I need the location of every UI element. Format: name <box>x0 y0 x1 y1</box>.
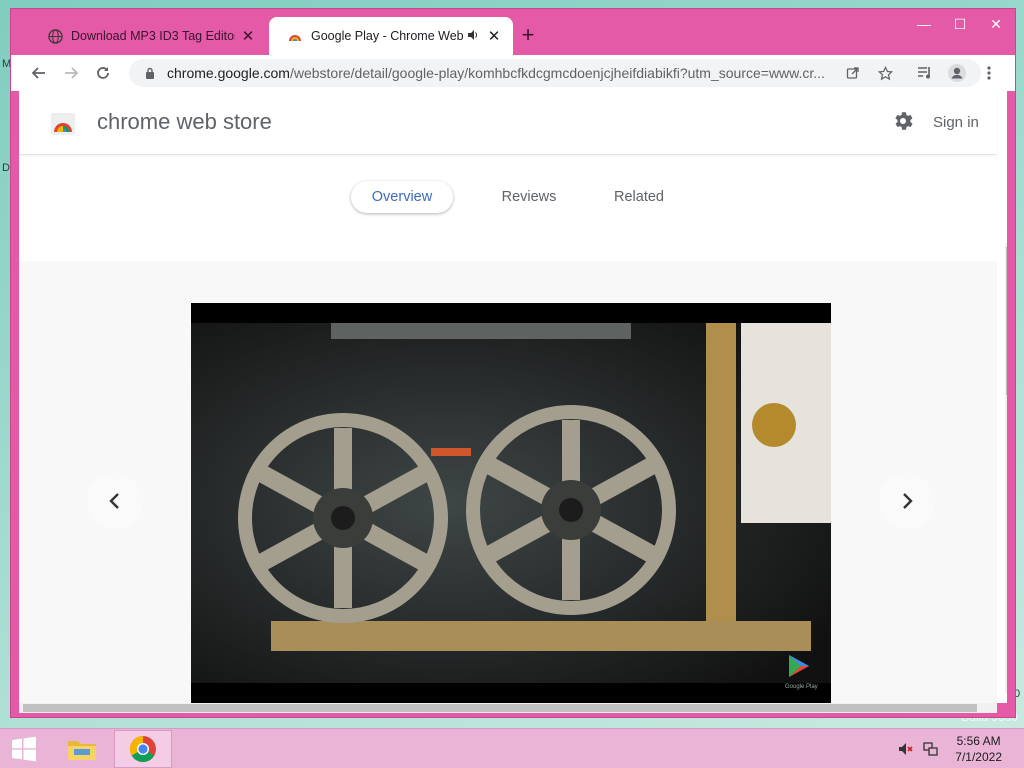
store-header: chrome web store Sign in <box>19 91 997 155</box>
file-explorer-button[interactable] <box>58 730 106 768</box>
sign-in-link[interactable]: Sign in <box>933 114 979 131</box>
menu-dots-icon[interactable] <box>975 59 1003 87</box>
tab-google-play[interactable]: Google Play - Chrome Web S ✕ <box>269 17 513 55</box>
close-tab-icon[interactable]: ✕ <box>239 27 257 45</box>
chevron-right-icon <box>903 493 913 509</box>
reload-button[interactable] <box>89 59 117 87</box>
title-bar: Download MP3 ID3 Tag Editor 1.( ✕ Google… <box>11 9 1015 55</box>
url-text[interactable]: chrome.google.com/webstore/detail/google… <box>167 65 835 81</box>
close-window-button[interactable]: ✕ <box>979 11 1013 37</box>
vertical-scrollbar[interactable] <box>1005 243 1007 693</box>
horizontal-scrollbar[interactable] <box>19 703 997 713</box>
scrollbar-thumb[interactable] <box>23 704 977 712</box>
globe-icon <box>47 28 63 44</box>
desktop-text: D <box>2 162 10 174</box>
minimize-button[interactable]: — <box>907 11 941 37</box>
volume-muted-icon[interactable] <box>896 730 916 768</box>
network-icon[interactable] <box>920 730 940 768</box>
browser-window: Download MP3 ID3 Tag Editor 1.( ✕ Google… <box>10 8 1016 718</box>
speaker-icon[interactable] <box>467 29 481 44</box>
chrome-web-store-logo[interactable] <box>49 109 77 137</box>
store-title[interactable]: chrome web store <box>97 109 272 135</box>
close-tab-icon[interactable]: ✕ <box>485 27 503 45</box>
profile-avatar-icon[interactable] <box>943 59 971 87</box>
tab-title: Download MP3 ID3 Tag Editor 1.( <box>71 29 235 43</box>
lock-icon[interactable] <box>141 61 159 85</box>
browser-toolbar: chrome.google.com/webstore/detail/google… <box>11 55 1015 91</box>
start-button[interactable] <box>0 730 48 768</box>
clock-date: 7/1/2022 <box>955 750 1002 764</box>
web-page: chrome web store Sign in Overview Review… <box>19 91 1007 703</box>
next-slide-button[interactable] <box>879 473 935 529</box>
new-tab-button[interactable]: + <box>516 24 540 48</box>
forward-button[interactable] <box>57 59 85 87</box>
detail-tabs: Overview Reviews Related <box>19 181 997 215</box>
chrome-web-store-icon <box>287 28 303 44</box>
folder-icon <box>68 741 96 760</box>
reload-icon <box>97 67 109 79</box>
svg-text:Google Play: Google Play <box>785 684 818 690</box>
chrome-icon <box>129 735 156 763</box>
gear-icon[interactable] <box>891 109 917 135</box>
tab-mp3-tag-editor[interactable]: Download MP3 ID3 Tag Editor 1.( ✕ <box>29 17 267 55</box>
tab-reviews[interactable]: Reviews <box>479 181 579 213</box>
scrollbar-thumb[interactable] <box>1006 247 1007 395</box>
media-control-icon[interactable] <box>911 59 939 87</box>
tab-overview[interactable]: Overview <box>351 181 453 213</box>
promo-video[interactable]: Google Play <box>191 303 831 703</box>
tab-related[interactable]: Related <box>589 181 689 213</box>
clock-time: 5:56 AM <box>956 734 1001 748</box>
tab-title: Google Play - Chrome Web S <box>311 29 463 43</box>
taskbar: 5:56 AM 7/1/2022 <box>0 728 1024 768</box>
tape-reels-image: Google Play <box>191 303 831 703</box>
maximize-button[interactable]: ☐ <box>943 11 977 37</box>
system-clock[interactable]: 5:56 AM 7/1/2022 <box>955 733 1002 765</box>
bookmark-star-icon[interactable] <box>873 61 897 85</box>
windows-logo-icon <box>12 736 36 762</box>
forward-arrow-icon <box>65 67 79 79</box>
previous-slide-button[interactable] <box>87 473 143 529</box>
chrome-taskbar-button[interactable] <box>114 730 172 768</box>
chevron-left-icon <box>109 493 119 509</box>
share-icon[interactable] <box>841 61 865 85</box>
screenshot-gallery: Google Play <box>19 261 997 703</box>
back-button[interactable] <box>25 59 53 87</box>
address-bar[interactable]: chrome.google.com/webstore/detail/google… <box>129 59 981 87</box>
back-arrow-icon <box>31 67 45 79</box>
